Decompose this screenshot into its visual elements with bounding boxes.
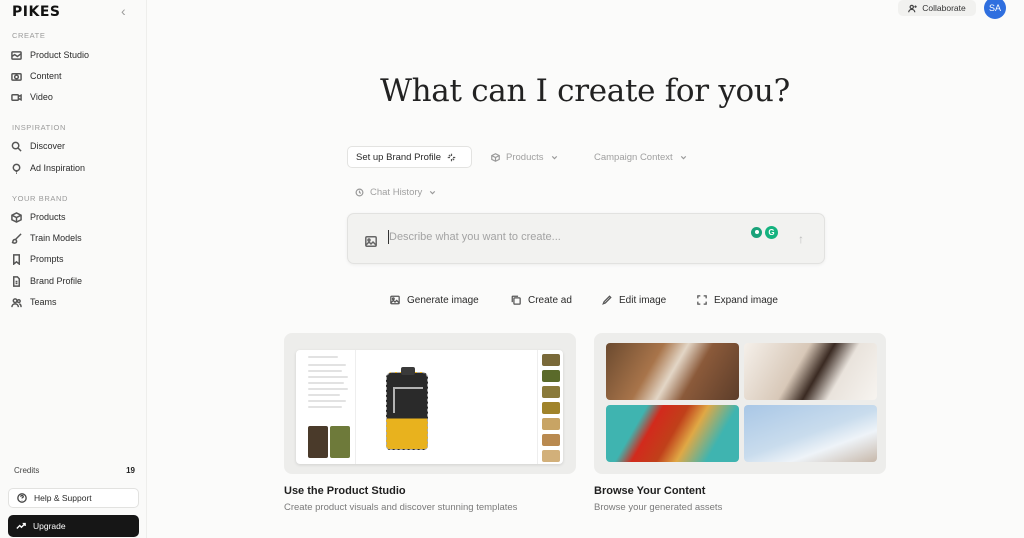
preview-right-panel bbox=[537, 350, 563, 464]
users-icon bbox=[11, 297, 22, 308]
sidebar-item-label: Brand Profile bbox=[30, 276, 83, 286]
content-thumbnail bbox=[744, 343, 877, 400]
box-icon bbox=[11, 211, 22, 223]
credits-display: Credits 19 bbox=[14, 466, 135, 475]
sidebar-item-product-studio[interactable]: Product Studio bbox=[11, 46, 89, 64]
chat-history-dropdown[interactable]: Chat History bbox=[355, 181, 437, 203]
sidebar-item-content[interactable]: Content bbox=[11, 67, 62, 85]
browse-content-card-subtitle: Browse your generated assets bbox=[594, 502, 723, 513]
product-pouch-image bbox=[386, 367, 428, 450]
expand-image-label: Expand image bbox=[714, 294, 778, 306]
pencil-icon bbox=[602, 295, 612, 305]
chevron-down-icon bbox=[551, 155, 557, 159]
content-thumbnail bbox=[606, 405, 739, 462]
arrow-up-icon: ↑ bbox=[798, 232, 804, 246]
sidebar-item-label: Products bbox=[30, 212, 66, 222]
section-title-your-brand: YOUR BRAND bbox=[12, 194, 69, 203]
section-title-inspiration: INSPIRATION bbox=[12, 123, 66, 132]
collaborate-button[interactable]: Collaborate bbox=[898, 0, 976, 16]
avatar[interactable]: SA bbox=[984, 0, 1006, 19]
generate-image-button[interactable]: Generate image bbox=[390, 292, 479, 308]
help-support-button[interactable]: Help & Support bbox=[8, 488, 139, 508]
help-icon bbox=[17, 493, 27, 503]
sidebar-item-discover[interactable]: Discover bbox=[11, 137, 65, 155]
sidebar-item-label: Video bbox=[30, 92, 53, 102]
sidebar-item-label: Ad Inspiration bbox=[30, 163, 86, 173]
user-plus-icon bbox=[908, 4, 917, 12]
sidebar-item-label: Train Models bbox=[30, 233, 82, 243]
bookmark-icon bbox=[11, 253, 22, 265]
product-studio-preview bbox=[296, 350, 563, 464]
sidebar-item-video[interactable]: Video bbox=[11, 88, 53, 106]
product-studio-card-title[interactable]: Use the Product Studio bbox=[284, 485, 406, 497]
product-studio-icon bbox=[11, 50, 22, 61]
edit-image-button[interactable]: Edit image bbox=[602, 292, 666, 308]
sidebar-item-products[interactable]: Products bbox=[11, 208, 66, 226]
camera-icon bbox=[11, 71, 22, 82]
sidebar-item-brand-profile[interactable]: Brand Profile bbox=[11, 272, 82, 290]
clock-icon bbox=[355, 188, 364, 196]
collapse-sidebar-icon[interactable]: ‹ bbox=[121, 3, 126, 19]
campaign-context-dropdown[interactable]: Campaign Context bbox=[594, 146, 688, 168]
chat-history-label: Chat History bbox=[370, 186, 423, 198]
chevron-down-icon bbox=[430, 190, 436, 194]
sidebar-item-train-models[interactable]: Train Models bbox=[11, 229, 82, 247]
prompt-input[interactable] bbox=[389, 228, 729, 246]
send-button[interactable]: ↑ bbox=[789, 227, 813, 251]
trending-up-icon bbox=[16, 522, 26, 529]
image-icon bbox=[390, 295, 400, 305]
products-label: Products bbox=[506, 151, 544, 163]
sidebar-item-label: Content bbox=[30, 71, 62, 81]
copy-icon bbox=[511, 295, 521, 305]
create-ad-button[interactable]: Create ad bbox=[511, 292, 572, 308]
section-title-create: CREATE bbox=[12, 31, 46, 40]
preview-left-panel bbox=[296, 350, 356, 464]
browse-content-card[interactable] bbox=[594, 333, 886, 474]
app-logo[interactable]: PIKES bbox=[12, 4, 60, 20]
browse-content-card-title[interactable]: Browse Your Content bbox=[594, 485, 705, 497]
box-icon bbox=[491, 152, 500, 162]
file-icon bbox=[11, 275, 22, 287]
content-thumbnail bbox=[744, 405, 877, 462]
grammarly-widget[interactable]: G bbox=[751, 224, 781, 240]
page-title: What can I create for you? bbox=[380, 73, 790, 109]
chevron-down-icon bbox=[680, 155, 686, 159]
generate-image-label: Generate image bbox=[407, 294, 479, 306]
video-icon bbox=[11, 92, 22, 103]
sidebar-item-label: Prompts bbox=[30, 254, 64, 264]
credits-value: 19 bbox=[126, 466, 135, 475]
location-pin-icon bbox=[751, 226, 762, 238]
expand-icon bbox=[697, 295, 707, 305]
upgrade-button[interactable]: Upgrade bbox=[8, 515, 139, 537]
credits-label: Credits bbox=[14, 466, 40, 475]
search-icon bbox=[11, 141, 22, 152]
text-cursor bbox=[388, 230, 389, 244]
campaign-context-label: Campaign Context bbox=[594, 151, 673, 163]
products-dropdown[interactable]: Products bbox=[491, 146, 559, 168]
prompt-box: G ↑ bbox=[347, 213, 825, 264]
expand-image-button[interactable]: Expand image bbox=[697, 292, 778, 308]
sidebar-item-prompts[interactable]: Prompts bbox=[11, 250, 64, 268]
brand-profile-chip[interactable]: Set up Brand Profile bbox=[347, 146, 472, 168]
sidebar-item-label: Teams bbox=[30, 297, 57, 307]
sparkle-icon bbox=[447, 153, 456, 161]
brand-profile-label: Set up Brand Profile bbox=[356, 151, 442, 163]
sidebar: PIKES ‹ CREATE Product Studio Content Vi… bbox=[0, 0, 147, 538]
sidebar-item-teams[interactable]: Teams bbox=[11, 293, 57, 311]
product-studio-card-subtitle: Create product visuals and discover stun… bbox=[284, 502, 518, 513]
sidebar-item-ad-inspiration[interactable]: Ad Inspiration bbox=[11, 159, 85, 177]
collaborate-label: Collaborate bbox=[922, 3, 966, 13]
help-support-label: Help & Support bbox=[34, 493, 92, 503]
product-studio-card[interactable] bbox=[284, 333, 576, 474]
sidebar-item-label: Discover bbox=[30, 141, 66, 151]
image-upload-icon[interactable] bbox=[365, 234, 377, 252]
sidebar-item-label: Product Studio bbox=[30, 50, 90, 60]
brush-icon bbox=[11, 232, 22, 244]
grammarly-icon: G bbox=[765, 225, 778, 239]
edit-image-label: Edit image bbox=[619, 294, 667, 306]
content-thumbnail bbox=[606, 343, 739, 400]
upgrade-label: Upgrade bbox=[33, 521, 66, 531]
create-ad-label: Create ad bbox=[528, 294, 572, 306]
lightbulb-icon bbox=[11, 163, 22, 174]
